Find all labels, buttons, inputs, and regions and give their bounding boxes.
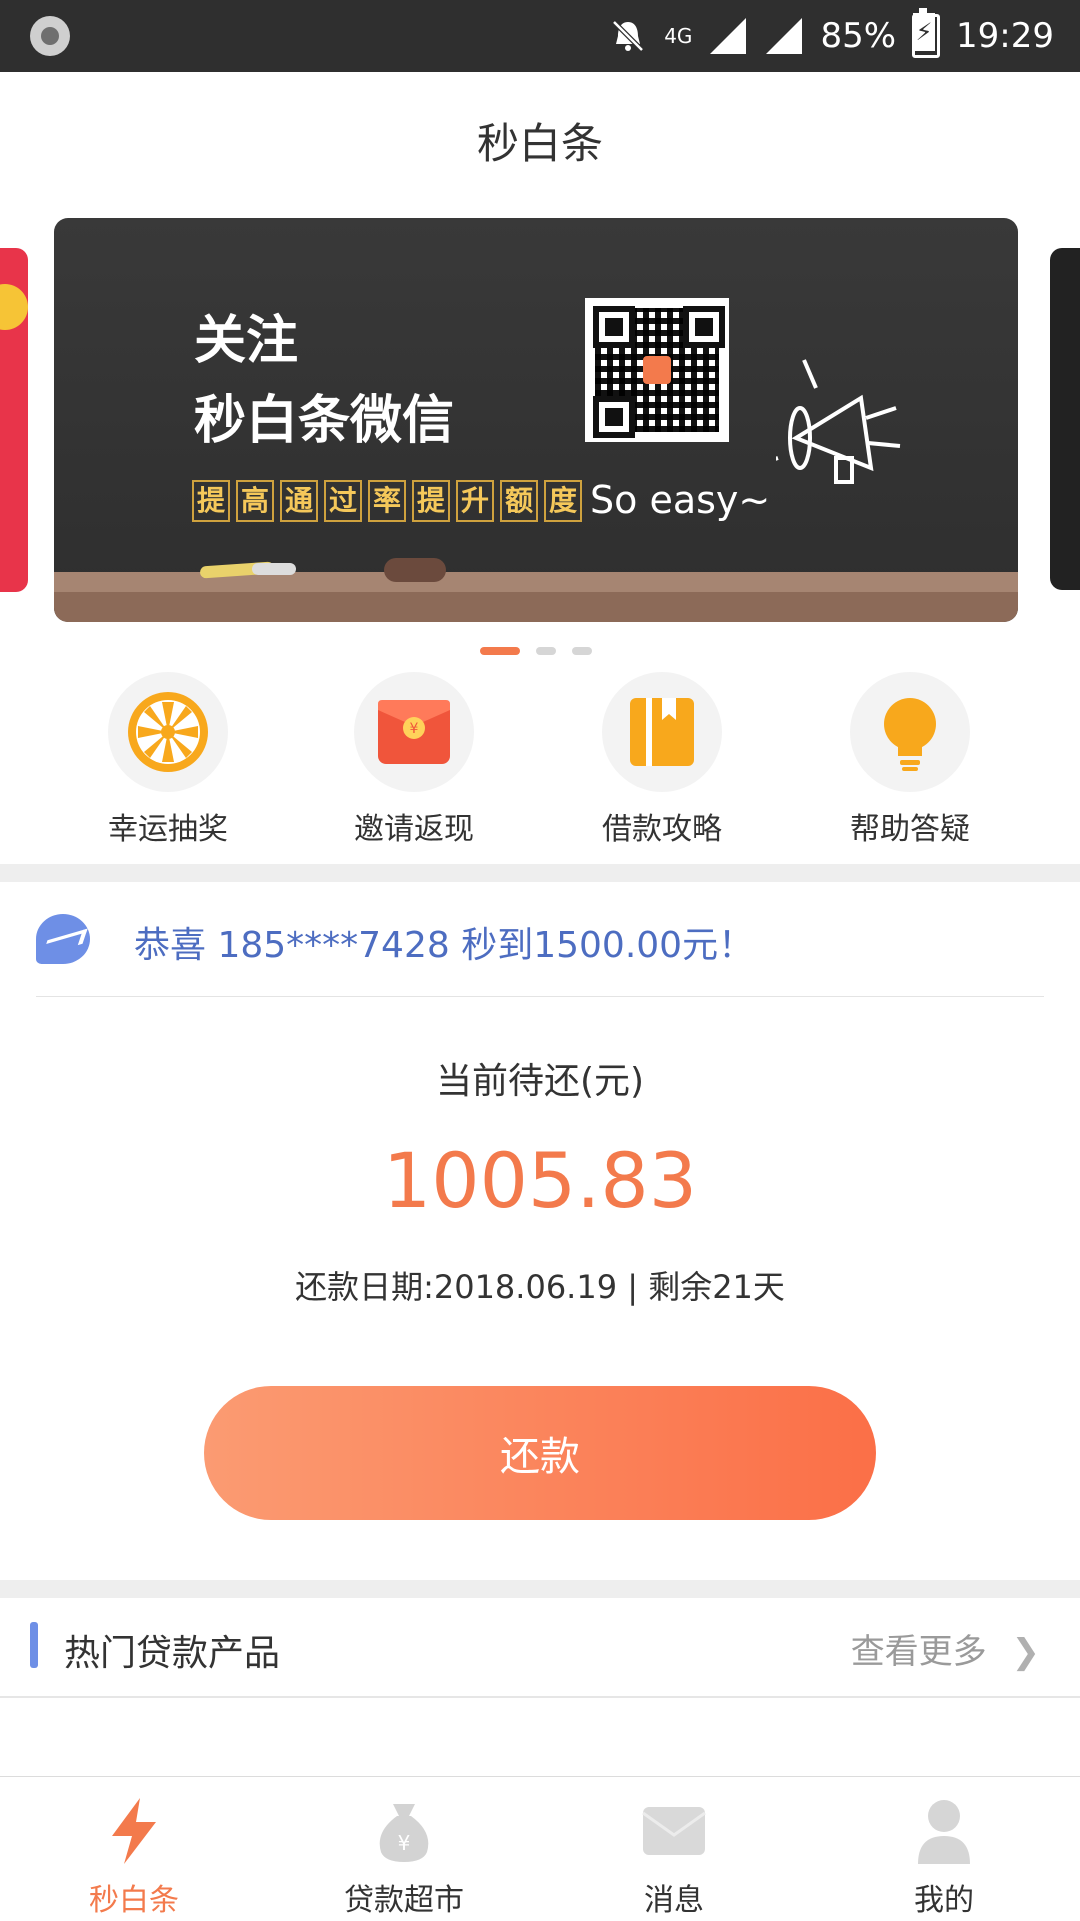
page-title: 秒白条 xyxy=(476,119,603,168)
mute-bell-icon xyxy=(612,20,644,52)
quick-action-invite[interactable]: ¥ 邀请返现 xyxy=(314,672,514,848)
divider xyxy=(36,996,1044,997)
network-type: 4G xyxy=(664,24,693,48)
clock: 19:29 xyxy=(956,16,1054,56)
tab-label: 消息 xyxy=(644,1883,704,1918)
tab-label: 我的 xyxy=(914,1883,974,1918)
carousel-dot[interactable] xyxy=(536,647,556,655)
quick-action-label: 幸运抽奖 xyxy=(108,812,228,847)
banner-next-peek[interactable] xyxy=(1050,248,1080,590)
signal-icon-2 xyxy=(766,18,803,54)
signal-icon xyxy=(710,18,747,54)
due-title: 当前待还(元) xyxy=(435,1061,645,1102)
money-bag-icon: ¥ xyxy=(304,1791,504,1871)
section-divider xyxy=(0,1580,1080,1598)
banner-tag: 提 xyxy=(192,480,230,522)
svg-text:¥: ¥ xyxy=(410,721,419,737)
banner-tagline: So easy~ xyxy=(590,478,771,522)
view-more-label: 查看更多 xyxy=(850,1632,987,1672)
tab-messages[interactable]: 消息 xyxy=(574,1791,774,1919)
coin-icon xyxy=(0,284,28,330)
quick-action-lottery[interactable]: 幸运抽奖 xyxy=(68,672,268,848)
battery-icon xyxy=(912,8,941,58)
tab-label: 秒白条 xyxy=(89,1883,179,1918)
quick-actions: 幸运抽奖 ¥ 邀请返现 借款攻略 帮助答疑 xyxy=(0,672,1080,864)
banner-tag: 升 xyxy=(456,480,494,522)
lightbulb-icon xyxy=(850,672,970,792)
repay-button[interactable]: 还款 xyxy=(204,1386,876,1520)
view-more-link[interactable]: 查看更多 ❯ xyxy=(851,1624,1040,1673)
carousel-dot[interactable] xyxy=(572,647,592,655)
chat-bubble-icon xyxy=(36,914,90,964)
due-amount: 1005.83 xyxy=(382,1136,698,1225)
record-icon xyxy=(30,16,70,56)
banner-tag: 额 xyxy=(500,480,538,522)
eraser-icon xyxy=(384,558,446,582)
carousel-indicator xyxy=(480,647,592,655)
banner-tag: 度 xyxy=(544,480,582,522)
guide-book-icon xyxy=(602,672,722,792)
svg-text:¥: ¥ xyxy=(398,1831,411,1855)
banner-line1: 关注 xyxy=(194,311,299,371)
chevron-right-icon: ❯ xyxy=(1011,1632,1041,1672)
tab-loan-market[interactable]: ¥ 贷款超市 xyxy=(304,1791,504,1919)
banner-tag: 过 xyxy=(324,480,362,522)
hot-products-title: 热门贷款产品 xyxy=(64,1633,281,1674)
quick-action-label: 邀请返现 xyxy=(354,812,474,847)
battery-percent: 85% xyxy=(820,16,897,56)
chalk-ledge xyxy=(54,572,1018,622)
wheel-icon xyxy=(108,672,228,792)
tab-home[interactable]: 秒白条 xyxy=(34,1791,234,1919)
status-indicators: 4G 85% 19:29 xyxy=(608,8,1054,62)
chalk-icon-2 xyxy=(252,563,296,575)
tab-label: 贷款超市 xyxy=(344,1883,464,1918)
banner-tag: 通 xyxy=(280,480,318,522)
due-date: 还款日期:2018.06.19 | 剩余21天 xyxy=(295,1268,785,1306)
lightning-icon xyxy=(34,1791,234,1871)
tab-profile[interactable]: 我的 xyxy=(844,1791,1044,1919)
divider xyxy=(0,1696,1080,1698)
red-envelope-icon: ¥ xyxy=(354,672,474,792)
banner-tag: 率 xyxy=(368,480,406,522)
banner-tag: 提 xyxy=(412,480,450,522)
carousel-dot-active[interactable] xyxy=(480,647,520,655)
banner-tags: 提 高 通 过 率 提 升 额 度 xyxy=(192,480,582,522)
status-bar: 4G 85% 19:29 xyxy=(0,0,1080,72)
qr-code-icon xyxy=(585,298,729,442)
quick-action-help[interactable]: 帮助答疑 xyxy=(810,672,1010,848)
megaphone-icon xyxy=(776,359,901,484)
notice-text: 恭喜 185****7428 秒到1500.00元！ xyxy=(134,925,755,966)
user-icon xyxy=(844,1791,1044,1871)
quick-action-label: 帮助答疑 xyxy=(850,812,970,847)
envelope-icon xyxy=(574,1791,774,1871)
banner-line2: 秒白条微信 xyxy=(194,391,455,451)
quick-action-guide[interactable]: 借款攻略 xyxy=(562,672,762,848)
banner-tag: 高 xyxy=(236,480,274,522)
banner-slide[interactable]: 关注 秒白条微信 提 高 通 过 率 提 升 额 度 So easy~ xyxy=(54,218,1018,622)
hot-products-header: 热门贷款产品 查看更多 ❯ xyxy=(0,1598,1080,1696)
notice-bar[interactable]: 恭喜 185****7428 秒到1500.00元！ xyxy=(0,882,1080,996)
quick-action-label: 借款攻略 xyxy=(602,812,722,847)
banner-prev-peek[interactable] xyxy=(0,248,28,592)
section-divider xyxy=(0,864,1080,882)
section-marker xyxy=(30,1622,38,1668)
bottom-tab-bar: 秒白条 ¥ 贷款超市 消息 我的 xyxy=(0,1776,1080,1921)
